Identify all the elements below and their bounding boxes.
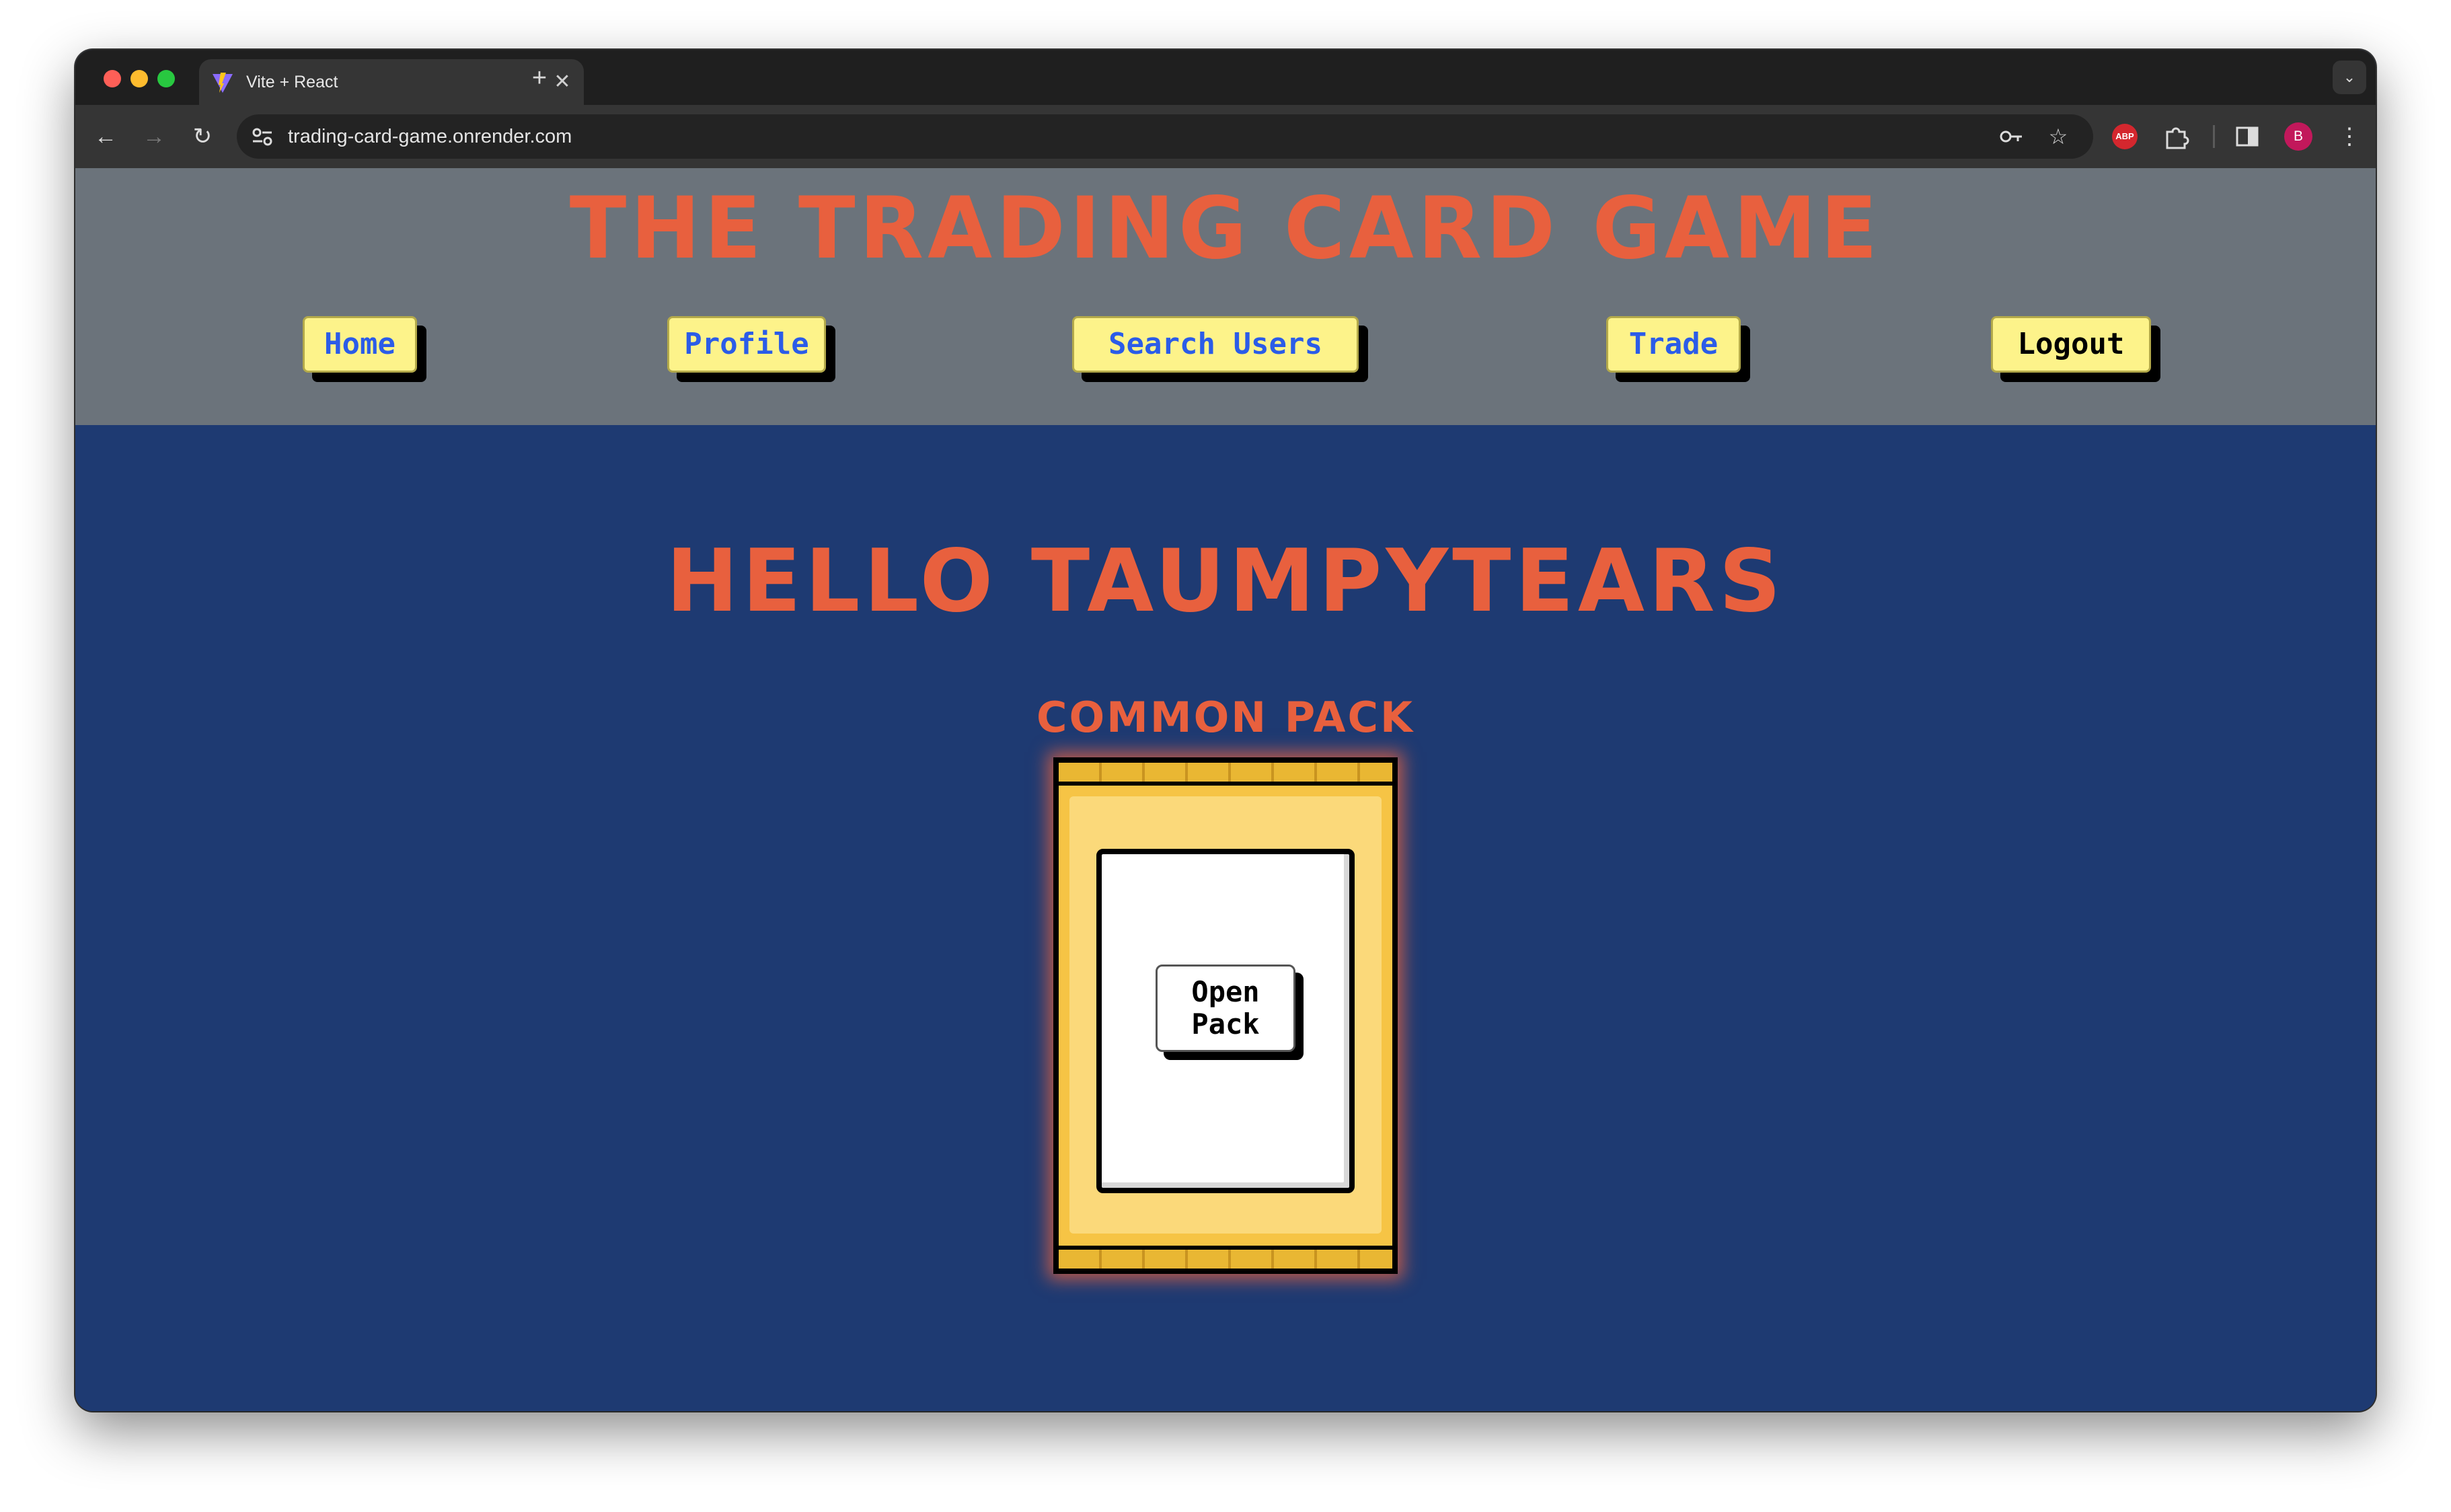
site-header: The Trading Card Game Home Profile Searc…: [75, 168, 2376, 425]
extensions-icon[interactable]: [2162, 122, 2190, 151]
more-menu-icon[interactable]: ⋮: [2333, 120, 2366, 153]
forward-icon[interactable]: →: [137, 120, 171, 153]
side-panel-icon[interactable]: [2234, 124, 2260, 149]
reload-icon[interactable]: ↻: [186, 120, 219, 153]
open-pack-button[interactable]: Open Pack: [1156, 965, 1295, 1052]
browser-toolbar: ← → ↻ trading-card-game.onrender.com ☆ A…: [75, 105, 2376, 168]
url-text: trading-card-game.onrender.com: [288, 126, 572, 147]
password-key-icon[interactable]: [1996, 122, 2026, 151]
nav-profile-button[interactable]: Profile: [667, 316, 826, 373]
toolbar-separator: [2213, 125, 2215, 148]
pack-title: Common Pack: [1036, 693, 1415, 742]
profile-avatar[interactable]: B: [2284, 122, 2312, 151]
greeting-heading: Hello taumpytears: [666, 531, 1785, 632]
close-window-button[interactable]: [104, 70, 121, 87]
browser-window: Vite + React ✕ + ⌄ ← → ↻ trading-card-ga…: [75, 50, 2376, 1411]
address-bar[interactable]: trading-card-game.onrender.com ☆: [237, 114, 2093, 159]
tab-dropdown-icon[interactable]: ⌄: [2333, 61, 2366, 94]
tab-title: Vite + React: [246, 73, 338, 91]
nav-logout-button[interactable]: Logout: [1991, 316, 2151, 373]
vite-logo-icon: [213, 73, 233, 93]
bookmark-star-icon[interactable]: ☆: [2043, 122, 2073, 151]
nav-home-button[interactable]: Home: [303, 316, 417, 373]
adblock-icon[interactable]: ABP: [2112, 124, 2138, 149]
nav-trade-button[interactable]: Trade: [1606, 316, 1741, 373]
new-tab-button[interactable]: +: [525, 63, 554, 93]
nav-search-users-button[interactable]: Search Users: [1072, 316, 1359, 373]
site-title: The Trading Card Game: [569, 179, 1882, 278]
back-icon[interactable]: ←: [89, 120, 122, 153]
maximize-window-button[interactable]: [157, 70, 175, 87]
tab-strip: Vite + React ✕ + ⌄: [75, 50, 2376, 105]
site-settings-icon[interactable]: [249, 123, 276, 150]
web-page: The Trading Card Game Home Profile Searc…: [75, 168, 2376, 1411]
pack-top-crimp: [1059, 763, 1392, 786]
pack-bottom-crimp: [1059, 1246, 1392, 1269]
minimize-window-button[interactable]: [130, 70, 148, 87]
